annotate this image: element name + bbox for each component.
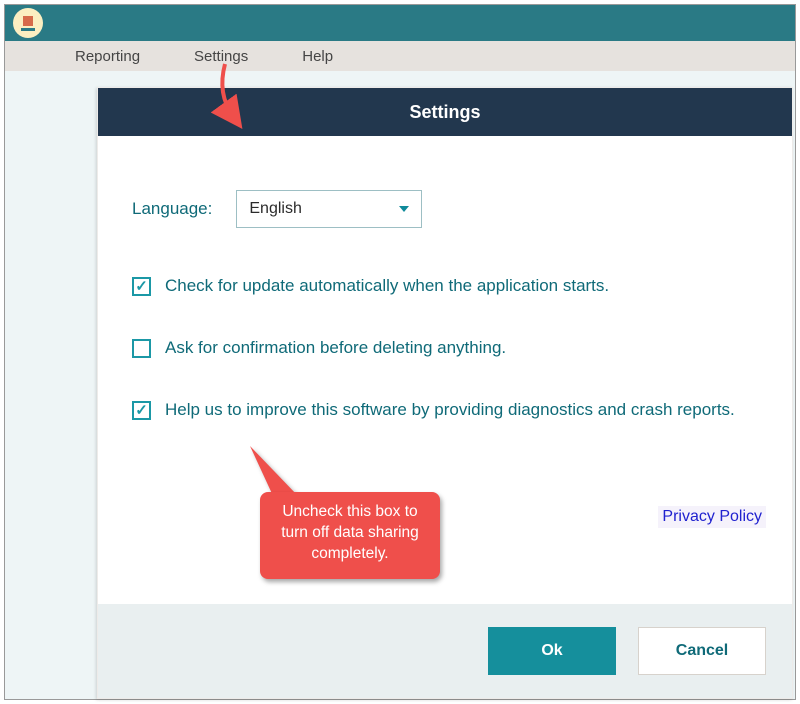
dialog-footer: Ok Cancel <box>98 604 792 698</box>
language-label: Language: <box>132 199 212 219</box>
check-update-label: Check for update automatically when the … <box>165 276 609 296</box>
language-select[interactable]: English <box>236 190 422 228</box>
language-row: Language: English <box>132 190 762 228</box>
title-bar <box>5 5 795 41</box>
app-logo-icon <box>13 8 43 38</box>
menu-settings[interactable]: Settings <box>194 48 248 65</box>
dialog-title: Settings <box>98 88 792 136</box>
dialog-body: Language: English Check for update autom… <box>98 136 792 604</box>
chevron-down-icon <box>399 206 409 212</box>
menu-reporting[interactable]: Reporting <box>75 48 140 65</box>
check-update-checkbox[interactable] <box>132 277 151 296</box>
app-frame: Reporting Settings Help Settings Languag… <box>4 4 796 700</box>
menu-bar: Reporting Settings Help <box>5 41 795 71</box>
language-value: English <box>249 200 301 218</box>
check-update-row: Check for update automatically when the … <box>132 276 762 296</box>
ok-button[interactable]: Ok <box>488 627 616 675</box>
check-diagnostics-label: Help us to improve this software by prov… <box>165 400 735 420</box>
cancel-button[interactable]: Cancel <box>638 627 766 675</box>
check-confirm-row: Ask for confirmation before deleting any… <box>132 338 762 358</box>
settings-dialog: Settings Language: English Check for upd… <box>97 87 793 699</box>
check-diagnostics-row: Help us to improve this software by prov… <box>132 400 762 420</box>
check-diagnostics-checkbox[interactable] <box>132 401 151 420</box>
check-confirm-checkbox[interactable] <box>132 339 151 358</box>
menu-help[interactable]: Help <box>302 48 333 65</box>
privacy-policy-link[interactable]: Privacy Policy <box>658 506 766 528</box>
check-confirm-label: Ask for confirmation before deleting any… <box>165 338 506 358</box>
work-area: Settings Language: English Check for upd… <box>5 71 795 699</box>
